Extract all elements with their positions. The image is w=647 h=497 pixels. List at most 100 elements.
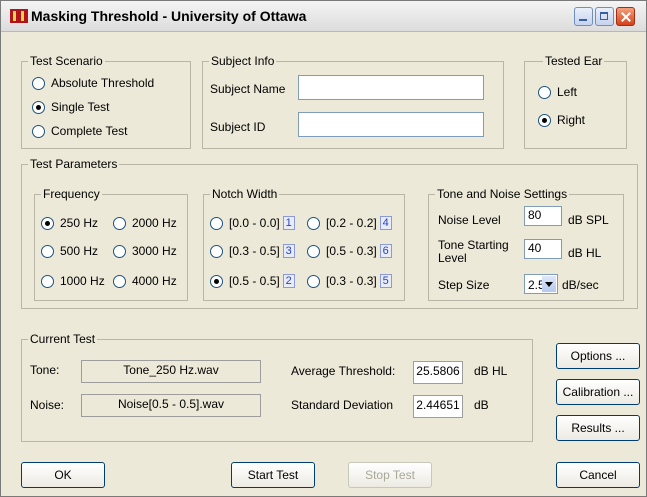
options-button[interactable]: Options ... [556,343,640,369]
radio-label: Complete Test [51,124,128,138]
subject-name-label: Subject Name [210,82,286,96]
minimize-icon[interactable] [574,7,593,26]
results-button[interactable]: Results ... [556,415,640,441]
radio-label: 4000 Hz [132,274,177,288]
tone-starting-label: Tone Starting [438,238,509,252]
subject-info-legend: Subject Info [209,54,277,68]
radio-notch-0.3-0.3[interactable]: [0.3 - 0.3] 5 [307,274,392,288]
radio-label: [0.0 - 0.0] [229,216,280,230]
radio-notch-0.0-0.0[interactable]: [0.0 - 0.0] 1 [210,216,295,230]
cancel-button[interactable]: Cancel [556,462,640,488]
test-scenario-legend: Test Scenario [28,54,105,68]
standard-deviation-unit: dB [474,398,489,412]
radio-circle-checked [41,216,54,230]
radio-label: [0.2 - 0.2] [326,216,377,230]
radio-circle [113,274,126,288]
maximize-icon[interactable] [595,7,614,26]
notch-number-badge: 5 [379,274,392,288]
radio-freq-4000[interactable]: 4000 Hz [113,274,177,288]
average-threshold-label: Average Threshold: [291,364,396,378]
notch-number-badge: 2 [282,274,295,288]
radio-freq-3000[interactable]: 3000 Hz [113,244,177,258]
radio-circle [32,124,45,138]
frequency-legend: Frequency [41,187,102,201]
radio-circle [307,244,320,258]
test-parameters-group: Test Parameters Frequency 250 Hz 2000 Hz… [21,157,638,309]
main-window: Masking Threshold - University of Ottawa… [0,0,647,497]
tone-file-display: Tone_250 Hz.wav [81,360,261,383]
notch-width-legend: Notch Width [210,187,280,201]
radio-notch-0.2-0.2[interactable]: [0.2 - 0.2] 4 [307,216,392,230]
radio-notch-0.5-0.3[interactable]: [0.5 - 0.3] 6 [307,244,392,258]
tone-starting-unit: dB HL [568,246,602,260]
tone-noise-settings-group: Tone and Noise Settings Noise Level 80 d… [428,187,624,301]
radio-right-ear[interactable]: Right [538,113,585,127]
radio-single-test[interactable]: Single Test [32,100,109,114]
window-title: Masking Threshold - University of Ottawa [31,8,307,24]
tone-noise-legend: Tone and Noise Settings [435,187,570,201]
stop-test-button[interactable]: Stop Test [348,462,432,488]
noise-level-unit: dB SPL [568,213,609,227]
tone-label: Tone: [30,363,60,377]
radio-circle-checked [538,113,551,127]
subject-id-input[interactable] [298,112,484,137]
radio-absolute-threshold[interactable]: Absolute Threshold [32,76,154,90]
calibration-button[interactable]: Calibration ... [556,379,640,405]
chevron-down-icon[interactable] [542,276,556,292]
noise-label: Noise: [30,398,65,412]
radio-label: 1000 Hz [60,274,105,288]
title-bar[interactable]: Masking Threshold - University of Ottawa [1,1,646,32]
radio-label: Absolute Threshold [51,76,155,90]
subject-name-input[interactable] [298,75,484,100]
radio-label: [0.5 - 0.3] [326,244,377,258]
current-test-legend: Current Test [28,332,98,346]
radio-circle [41,274,54,288]
step-size-label: Step Size [438,278,490,292]
radio-circle [113,244,126,258]
radio-label: Left [557,85,578,99]
radio-circle [307,216,320,230]
radio-freq-250[interactable]: 250 Hz [41,216,98,230]
test-parameters-legend: Test Parameters [28,157,120,171]
start-test-button[interactable]: Start Test [231,462,315,488]
frequency-group: Frequency 250 Hz 2000 Hz 500 Hz 3000 Hz … [34,187,188,301]
radio-complete-test[interactable]: Complete Test [32,124,127,138]
radio-notch-0.5-0.5[interactable]: [0.5 - 0.5] 2 [210,274,295,288]
tone-starting-label-level: Level [438,251,467,265]
radio-freq-500[interactable]: 500 Hz [41,244,98,258]
subject-id-label: Subject ID [210,120,266,134]
subject-info-group: Subject Info Subject Name Subject ID [202,54,504,149]
average-threshold-value: 25.5806 [413,361,463,384]
radio-label: 3000 Hz [132,244,177,258]
average-threshold-unit: dB HL [474,364,508,378]
radio-freq-1000[interactable]: 1000 Hz [41,274,105,288]
noise-file-display: Noise[0.5 - 0.5].wav [81,394,261,417]
radio-circle [538,85,551,99]
radio-notch-0.3-0.5[interactable]: [0.3 - 0.5] 3 [210,244,295,258]
radio-label: 250 Hz [60,216,99,230]
radio-circle-checked [210,274,223,288]
notch-number-badge: 3 [282,244,295,258]
current-test-group: Current Test Tone: Tone_250 Hz.wav Noise… [21,332,533,442]
radio-label: Right [557,113,586,127]
tested-ear-legend: Tested Ear [543,54,605,68]
step-size-select[interactable]: 2.5 [524,274,558,294]
radio-circle [210,216,223,230]
noise-level-label: Noise Level [438,213,501,227]
tone-starting-level-input[interactable]: 40 [524,239,562,259]
radio-label: [0.3 - 0.3] [326,274,377,288]
radio-circle-checked [32,100,45,114]
radio-label: 2000 Hz [132,216,177,230]
radio-left-ear[interactable]: Left [538,85,577,99]
tested-ear-group: Tested Ear Left Right [524,54,627,149]
step-size-unit: dB/sec [562,278,599,292]
radio-circle [210,244,223,258]
ok-button[interactable]: OK [21,462,105,488]
test-scenario-group: Test Scenario Absolute Threshold Single … [21,54,191,149]
radio-label: [0.5 - 0.5] [229,274,280,288]
radio-freq-2000[interactable]: 2000 Hz [113,216,177,230]
university-logo-icon [10,9,28,23]
standard-deviation-value: 2.44651 [413,395,463,418]
close-icon[interactable] [616,7,635,26]
noise-level-input[interactable]: 80 [524,206,562,226]
